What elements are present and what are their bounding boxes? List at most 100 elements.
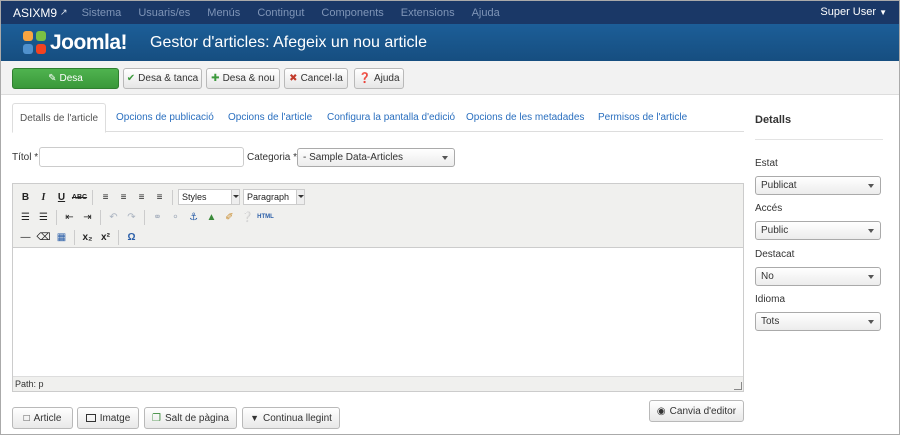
toolbar-separator: [144, 209, 145, 225]
editor-path: Path: p: [15, 379, 44, 389]
user-menu[interactable]: Super User ▼: [820, 6, 887, 18]
chevron-down-icon: [868, 229, 874, 233]
access-value: Public: [761, 225, 789, 236]
user-name: Super User: [820, 6, 877, 18]
save-close-button[interactable]: ✔ Desa & tanca: [123, 68, 202, 89]
menu-extensions[interactable]: Extensions: [401, 7, 455, 19]
file-icon: □: [23, 412, 30, 424]
chevron-down-icon: [231, 190, 239, 204]
cleanup-icon[interactable]: ✐: [222, 210, 237, 225]
title-input[interactable]: [39, 147, 244, 167]
chevron-down-icon: [868, 184, 874, 188]
read-more-label: Continua llegint: [262, 412, 332, 424]
visual-aid-icon[interactable]: ▦: [54, 230, 69, 245]
menu-usuaris[interactable]: Usuaris/es: [138, 7, 190, 19]
menu-components[interactable]: Components: [321, 7, 383, 19]
question-circle-icon: ❓: [358, 73, 371, 84]
status-select[interactable]: Publicat: [755, 176, 881, 195]
page-title: Gestor d'articles: Afegeix un nou articl…: [150, 33, 427, 51]
plus-icon: ✚: [211, 73, 220, 84]
eraser-icon[interactable]: ⌫: [36, 230, 51, 245]
menu-sistema[interactable]: Sistema: [82, 7, 122, 19]
category-select[interactable]: - Sample Data-Articles: [297, 148, 455, 167]
featured-value: No: [761, 271, 774, 282]
save-button-label: Desa: [59, 73, 83, 84]
menu-ajuda[interactable]: Ajuda: [472, 7, 500, 19]
tab-permissions[interactable]: Permisos de l'article: [591, 103, 694, 132]
joomla-logo-icon: [23, 30, 47, 55]
format-select-label: Paragraph: [247, 192, 290, 202]
anchor-icon[interactable]: ⚓: [186, 210, 201, 225]
save-close-label: Desa & tanca: [138, 73, 199, 84]
article-tabs: Detalls de l'article Opcions de publicac…: [12, 103, 744, 133]
sidebar-title: Detalls: [755, 114, 792, 126]
special-character-icon[interactable]: Ω: [124, 230, 139, 245]
styles-select[interactable]: Styles: [178, 189, 240, 205]
strikethrough-icon[interactable]: ABC: [72, 190, 87, 205]
access-label: Accés: [755, 203, 783, 214]
site-brand-link[interactable]: ASIXM9 ↗: [13, 6, 68, 20]
eye-icon: ◉: [656, 405, 666, 417]
undo-icon[interactable]: ↶: [106, 210, 121, 225]
chevron-down-icon: ▼: [250, 413, 259, 423]
status-label: Estat: [755, 158, 778, 169]
superscript-icon[interactable]: x²: [98, 230, 113, 245]
edit-icon: ✎: [48, 73, 57, 84]
toolbar-separator: [92, 189, 93, 205]
align-left-icon[interactable]: ≡: [98, 190, 113, 205]
tab-details[interactable]: Detalls de l'article: [12, 103, 107, 133]
page-break-button[interactable]: ❐ Salt de pàgina: [144, 407, 237, 429]
featured-label: Destacat: [755, 249, 795, 260]
unlink-icon[interactable]: ⚬: [168, 210, 183, 225]
outdent-icon[interactable]: ⇤: [62, 210, 77, 225]
insert-image-label: Imatge: [99, 412, 131, 424]
logo-text: Joomla!: [50, 30, 128, 54]
indent-icon[interactable]: ⇥: [80, 210, 95, 225]
save-new-button[interactable]: ✚ Desa & nou: [206, 68, 280, 89]
editor-content-area[interactable]: [13, 248, 743, 376]
tab-article-options[interactable]: Opcions de l'article: [221, 103, 319, 132]
chevron-down-icon: [442, 156, 448, 160]
editor-status-bar: Path: p: [13, 376, 743, 391]
sidebar-divider: [755, 139, 883, 140]
language-select[interactable]: Tots: [755, 312, 881, 331]
editor-toolbar: B I U ABC ≡ ≡ ≡ ≡ Styles Paragraph ☰ ☰ ⇤: [13, 184, 743, 248]
menu-contingut[interactable]: Contingut: [257, 7, 304, 19]
italic-icon[interactable]: I: [36, 190, 51, 205]
toolbar-separator: [100, 209, 101, 225]
underline-icon[interactable]: U: [54, 190, 69, 205]
bullet-list-icon[interactable]: ☰: [18, 210, 33, 225]
save-new-label: Desa & nou: [222, 73, 275, 84]
resize-handle-icon[interactable]: [734, 382, 742, 390]
toggle-editor-button[interactable]: ◉ Canvia d'editor: [649, 400, 744, 422]
image-upload-icon[interactable]: ▲: [204, 210, 219, 225]
tab-edit-screen[interactable]: Configura la pantalla d'edició: [320, 103, 462, 132]
help-button[interactable]: ❓ Ajuda: [354, 68, 404, 89]
insert-image-button[interactable]: Imatge: [77, 407, 139, 429]
tab-metadata[interactable]: Opcions de les metadades: [459, 103, 591, 132]
subscript-icon[interactable]: x₂: [80, 230, 95, 245]
link-icon[interactable]: ⚭: [150, 210, 165, 225]
read-more-button[interactable]: ▼ Continua llegint: [242, 407, 340, 429]
align-right-icon[interactable]: ≡: [134, 190, 149, 205]
tab-publishing[interactable]: Opcions de publicació: [109, 103, 221, 132]
align-justify-icon[interactable]: ≡: [152, 190, 167, 205]
chevron-down-icon: [296, 190, 304, 204]
insert-article-button[interactable]: □ Article: [12, 407, 73, 429]
menu-menus[interactable]: Menús: [207, 7, 240, 19]
cancel-button[interactable]: ✖ Cancel·la: [284, 68, 348, 89]
external-link-icon: ↗: [60, 7, 68, 17]
help-icon[interactable]: ❔: [240, 210, 255, 225]
numbered-list-icon[interactable]: ☰: [36, 210, 51, 225]
bold-icon[interactable]: B: [18, 190, 33, 205]
featured-select[interactable]: No: [755, 267, 881, 286]
html-source-icon[interactable]: HTML: [257, 210, 274, 225]
horizontal-rule-icon[interactable]: —: [18, 230, 33, 245]
format-select[interactable]: Paragraph: [243, 189, 305, 205]
access-select[interactable]: Public: [755, 221, 881, 240]
cancel-circle-icon: ✖: [289, 73, 298, 84]
save-button[interactable]: ✎ Desa: [12, 68, 119, 89]
align-center-icon[interactable]: ≡: [116, 190, 131, 205]
toolbar-separator: [56, 209, 57, 225]
redo-icon[interactable]: ↷: [124, 210, 139, 225]
